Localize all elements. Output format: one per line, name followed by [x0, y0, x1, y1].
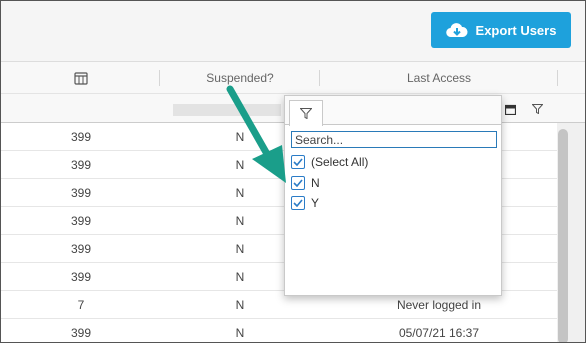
scrollbar-thumb[interactable] — [558, 129, 568, 342]
cell: 399 — [70, 270, 92, 284]
columns-icon — [74, 71, 88, 85]
cell: 7 — [77, 298, 85, 312]
cell: 399 — [70, 186, 92, 200]
option-label: Y — [311, 196, 320, 210]
filter-option-select-all[interactable]: (Select All) — [291, 153, 368, 171]
check-icon — [293, 199, 303, 207]
filter-search-input[interactable] — [291, 131, 497, 148]
app-frame: Export Users Suspended? Last Access 399 … — [0, 0, 586, 343]
cell: Never logged in — [396, 298, 482, 312]
cell: 399 — [70, 242, 92, 256]
checkbox[interactable] — [291, 196, 305, 210]
table-row[interactable]: 399 N 05/07/21 16:37 — [1, 319, 557, 342]
cell: 399 — [70, 326, 92, 340]
annotation-arrow — [226, 85, 286, 183]
cell: 05/07/21 16:37 — [398, 326, 480, 340]
filter-icon — [300, 108, 312, 119]
export-users-button[interactable]: Export Users — [431, 12, 571, 48]
column-header-last-access[interactable]: Last Access — [319, 62, 559, 94]
toolbar: Export Users — [1, 1, 585, 61]
option-label: (Select All) — [311, 155, 369, 169]
filter-icon[interactable] — [529, 102, 545, 116]
filter-popup: (Select All) N Y — [284, 95, 502, 296]
column-chooser-header[interactable] — [1, 62, 161, 94]
popup-tab-bar — [285, 96, 501, 126]
filter-option-y[interactable]: Y — [291, 194, 319, 212]
cell: N — [235, 326, 245, 340]
cell: N — [235, 298, 245, 312]
calendar-icon[interactable] — [503, 102, 517, 116]
cloud-download-icon — [445, 23, 468, 38]
cell: 399 — [70, 214, 92, 228]
cell: 399 — [70, 130, 92, 144]
option-label: N — [311, 176, 320, 190]
export-users-label: Export Users — [475, 22, 557, 38]
cell: 399 — [70, 158, 92, 172]
